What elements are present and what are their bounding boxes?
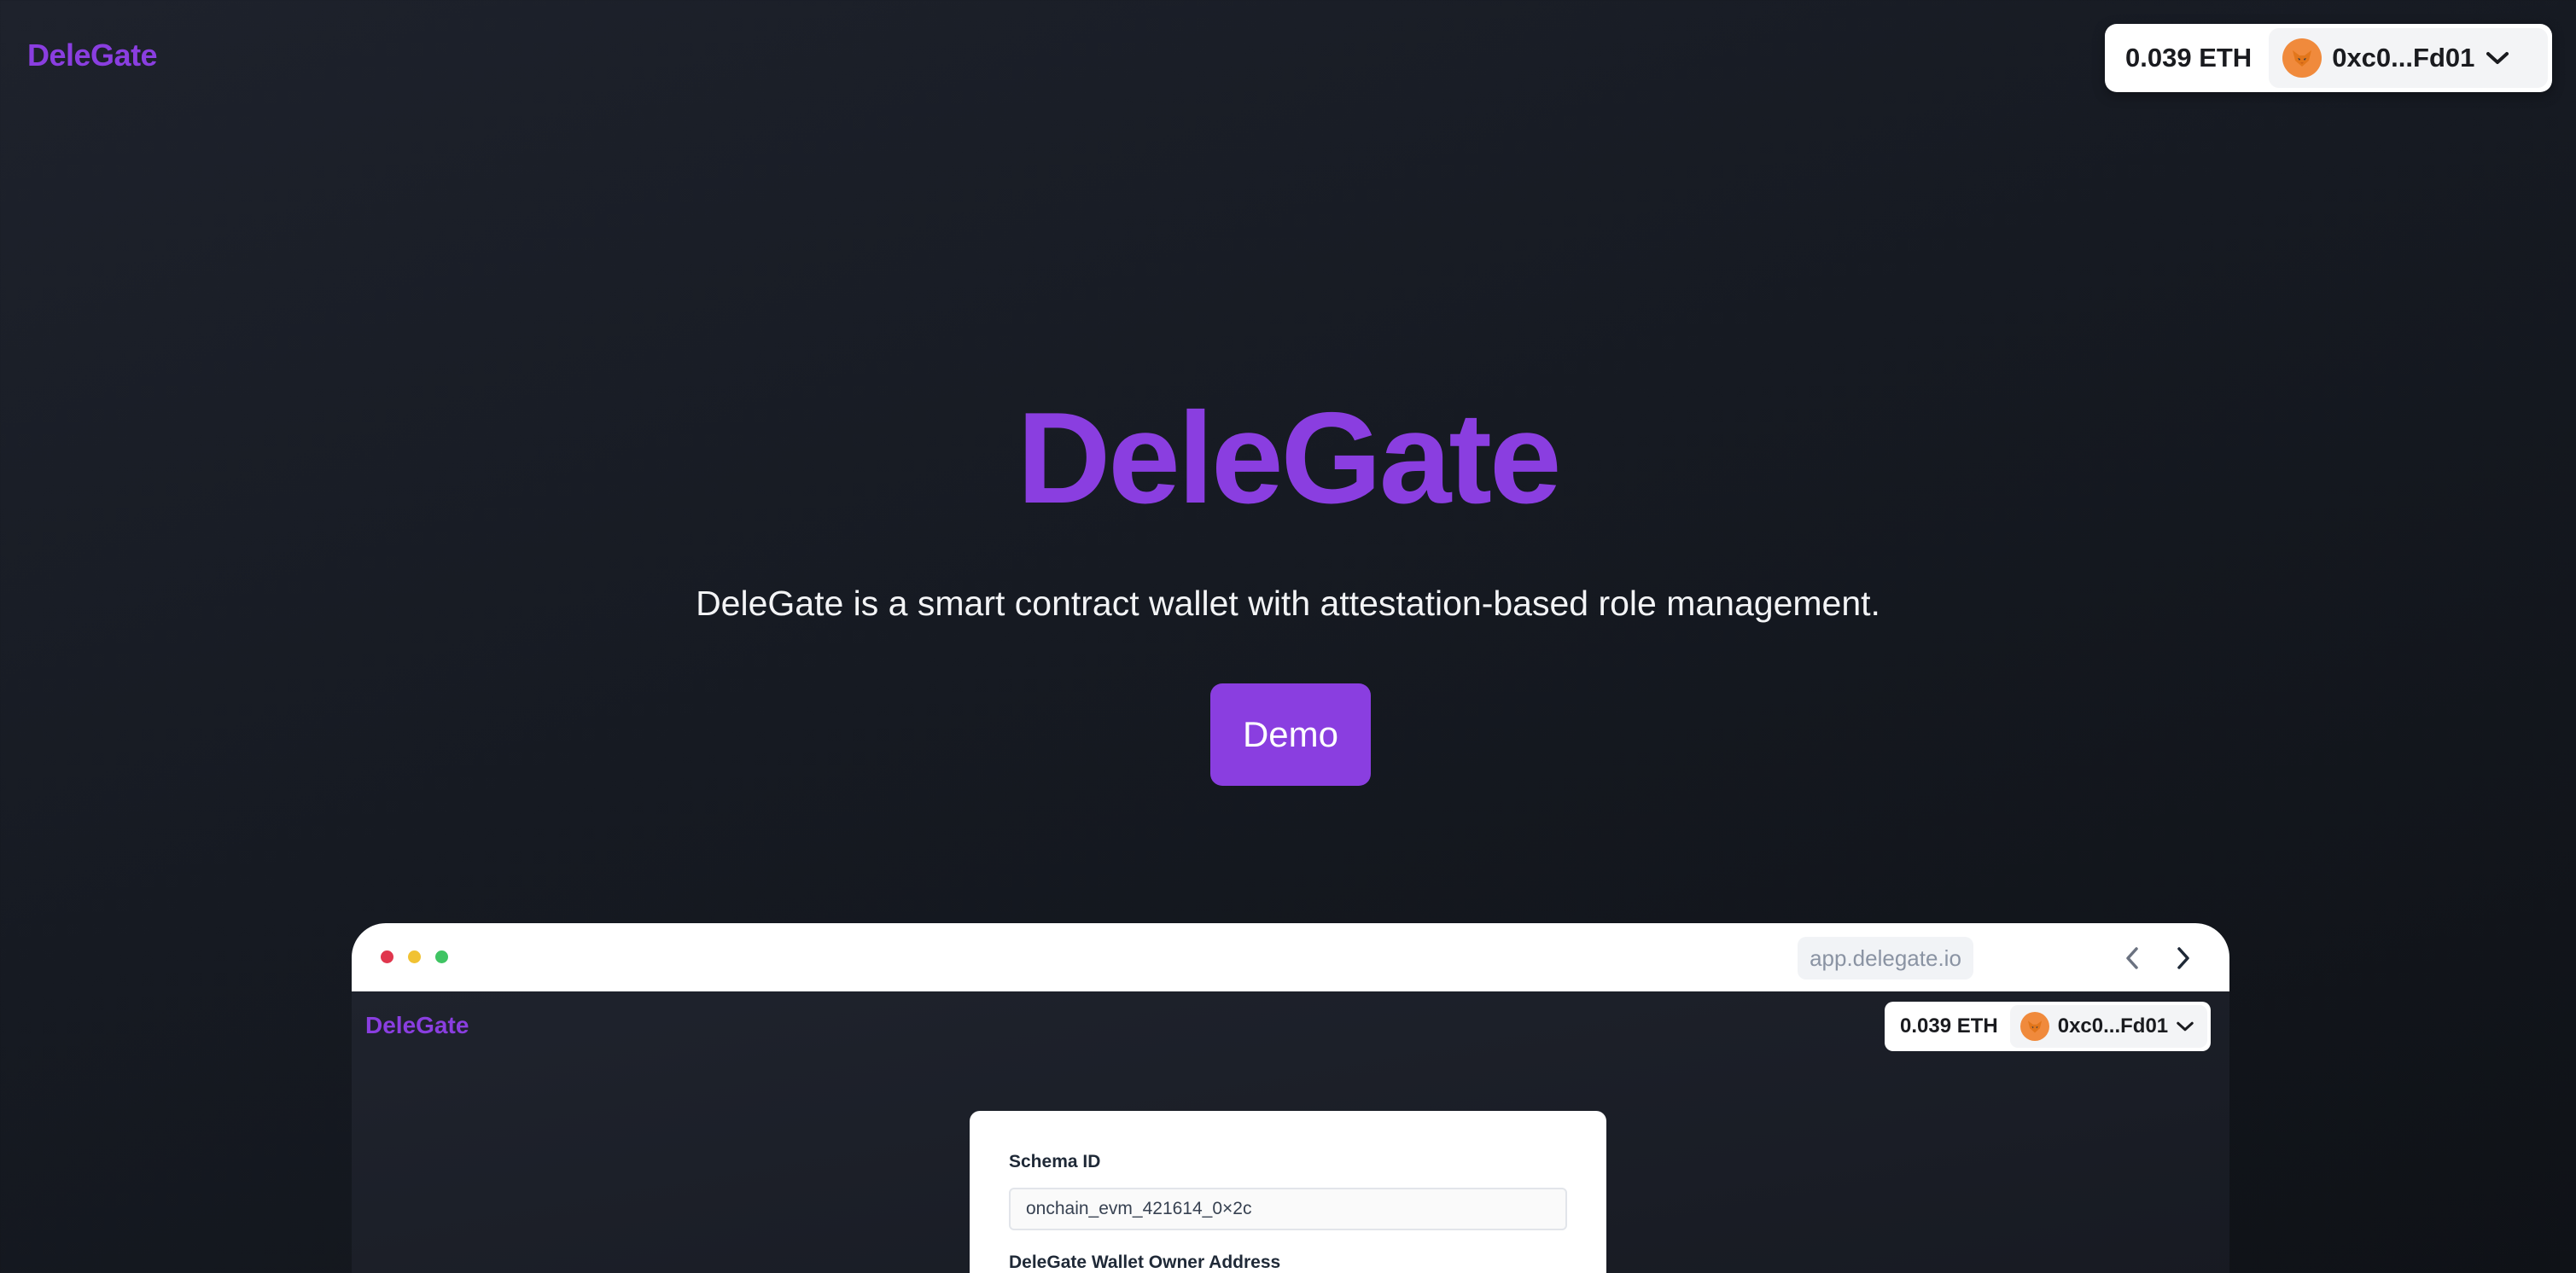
preview-wallet-widget: 0.039 ETH 0xc0...Fd01 [1885,1002,2211,1051]
chevron-down-icon [2177,1021,2194,1032]
preview-wallet-balance: 0.039 ETH [1900,1014,1998,1038]
chevron-left-icon[interactable] [2118,944,2148,973]
wallet-address: 0xc0...Fd01 [2332,43,2475,73]
chevron-down-icon [2486,52,2509,64]
preview-app-logo: DeleGate [365,1012,469,1038]
preview-app-body: DeleGate 0.039 ETH 0xc0...Fd01 Schema ID… [352,991,2229,1273]
account-button[interactable]: 0xc0...Fd01 [2269,28,2548,88]
address-bar: app.delegate.io [1798,937,1973,979]
window-maximize-dot [435,950,448,963]
window-minimize-dot [408,950,421,963]
wallet-balance[interactable]: 0.039 ETH [2105,43,2269,73]
window-close-dot [381,950,393,963]
schema-id-field: onchain_evm_421614_0×2c [1009,1188,1567,1230]
metamask-fox-icon [2019,1012,2049,1041]
metamask-fox-icon [2282,38,2322,78]
preview-wallet-address: 0xc0...Fd01 [2057,1014,2169,1038]
hero-title: DeleGate [1017,386,1562,531]
preview-account-button: 0xc0...Fd01 [2009,1005,2207,1048]
chevron-right-icon[interactable] [2168,944,2197,973]
app-preview-window: app.delegate.io DeleGate 0.039 ETH 0xc0.… [352,923,2229,1273]
preview-form-card: Schema ID onchain_evm_421614_0×2c DeleGa… [970,1111,1606,1273]
demo-button[interactable]: Demo [1210,683,1371,786]
hero-subtitle: DeleGate is a smart contract wallet with… [696,584,1880,623]
wallet-widget: 0.039 ETH 0xc0...Fd01 [2105,24,2552,92]
app-logo[interactable]: DeleGate [27,38,158,73]
owner-address-label: DeleGate Wallet Owner Address [1009,1253,1281,1272]
schema-id-label: Schema ID [1009,1152,1101,1171]
browser-toolbar: app.delegate.io [352,923,2229,991]
